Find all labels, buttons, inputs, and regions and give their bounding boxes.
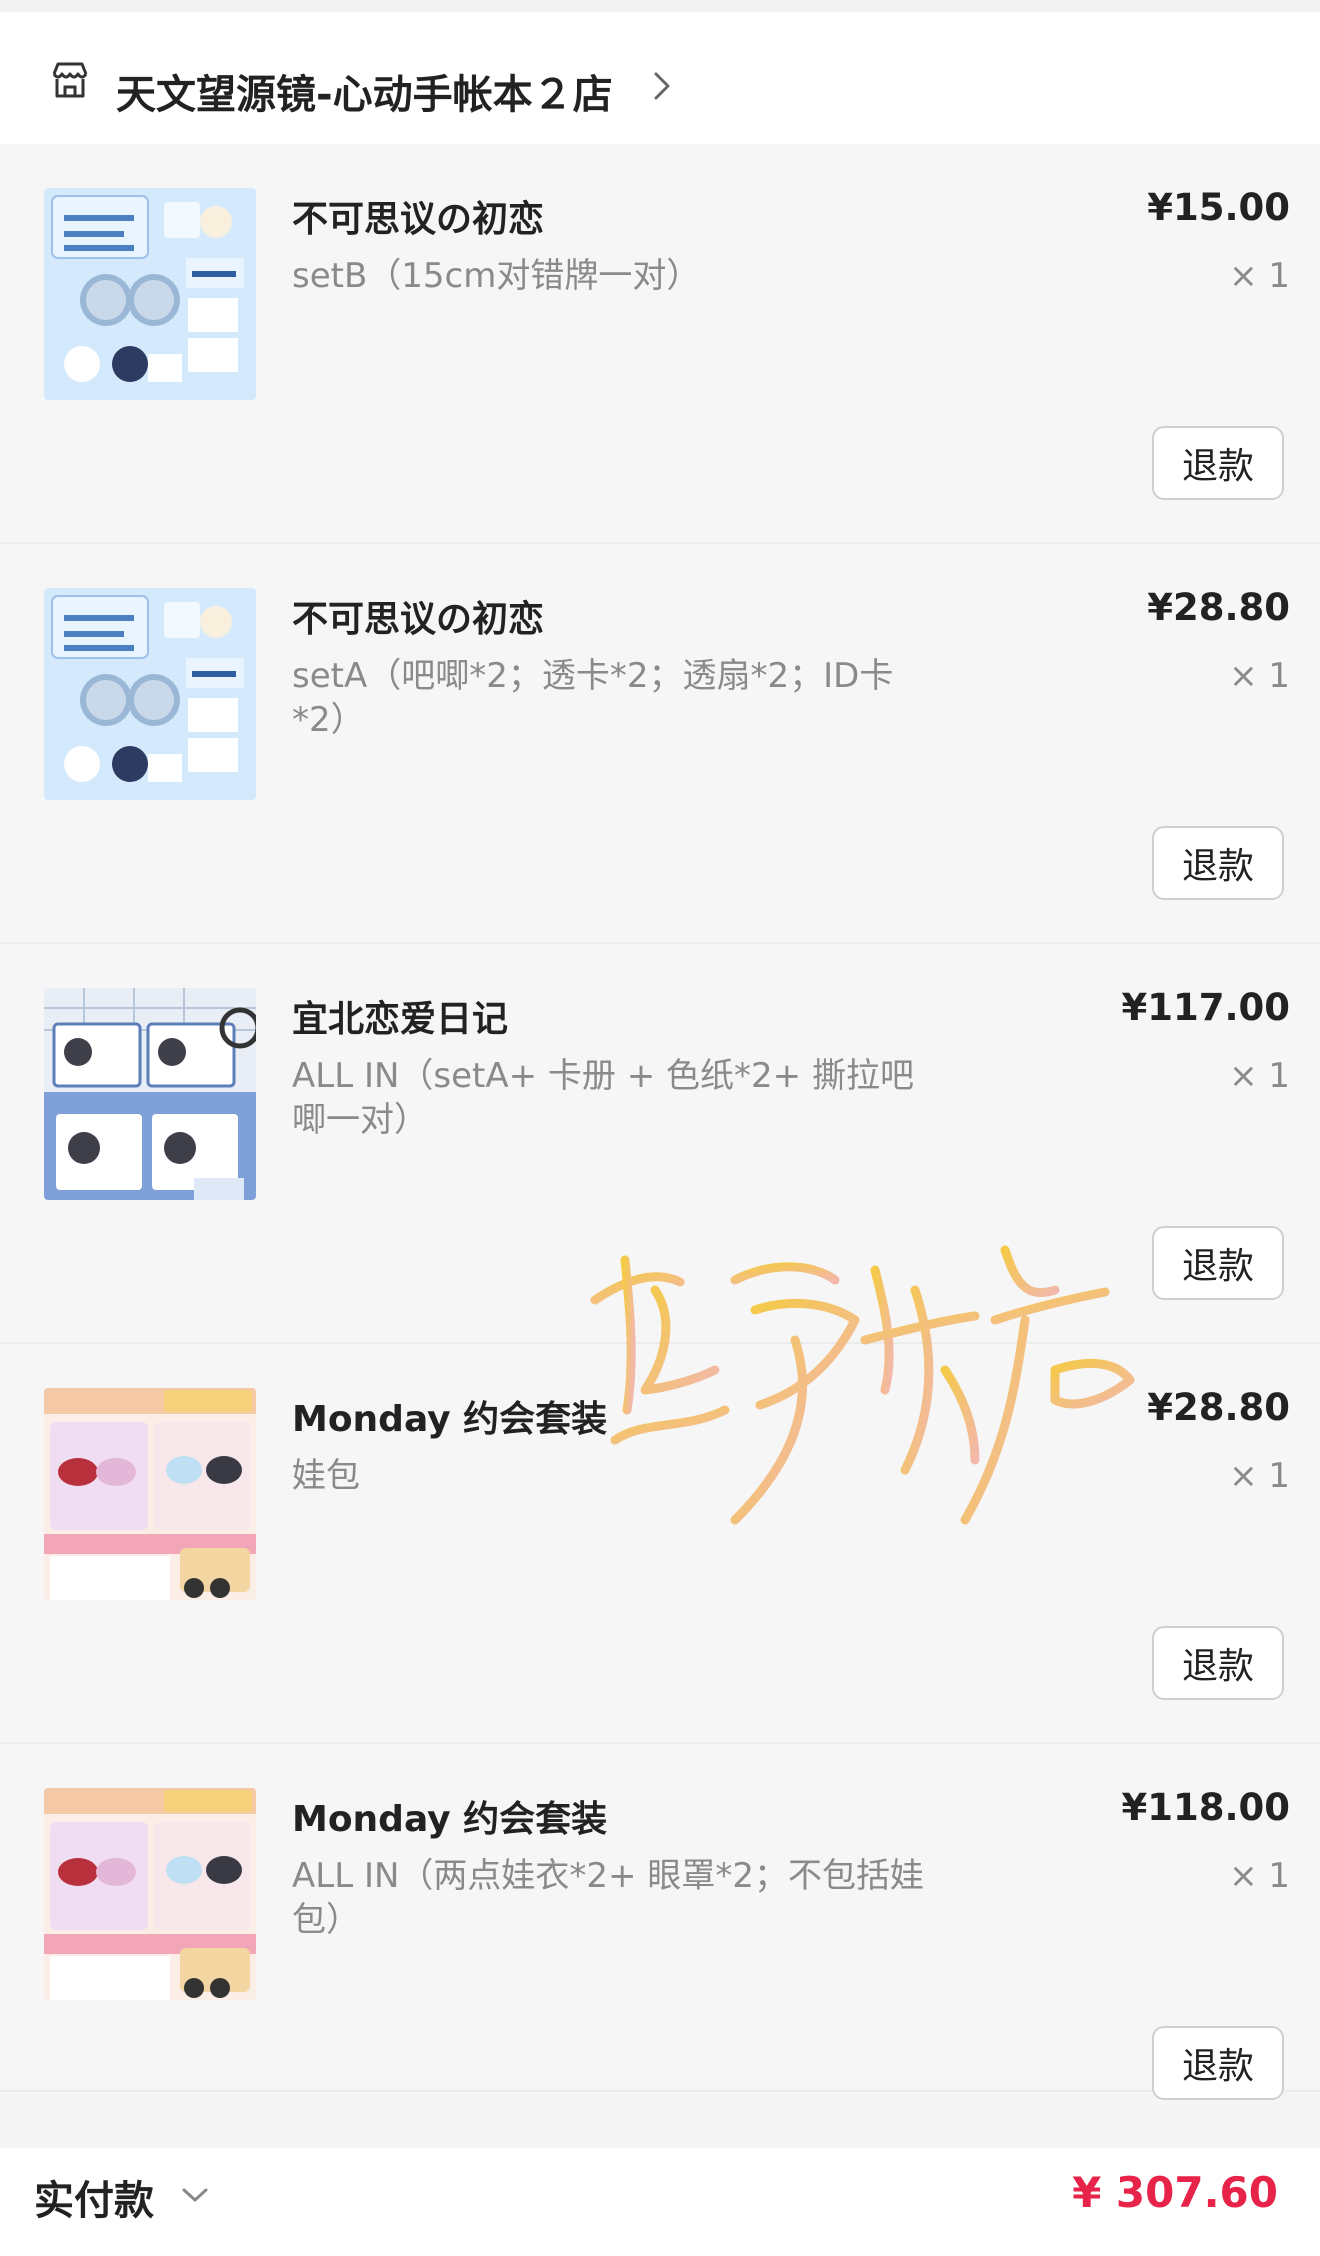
refund-button[interactable]: 退款 (1152, 2026, 1284, 2100)
refund-button[interactable]: 退款 (1152, 1226, 1284, 1300)
payment-footer[interactable]: 实付款 ¥ 307.60 (0, 2148, 1320, 2256)
order-item[interactable]: Monday 约会套装 ALL IN（两点娃衣*2+ 眼罩*2；不包括娃包） ¥… (0, 1744, 1320, 2100)
item-spec: setA（吧唧*2；透卡*2；透扇*2；ID卡*2） (292, 656, 894, 740)
order-item[interactable]: 不可思议の初恋 setA（吧唧*2；透卡*2；透扇*2；ID卡*2） ¥28.8… (0, 544, 1320, 944)
item-quantity: × 1 (1229, 656, 1290, 696)
chevron-right-icon[interactable] (650, 68, 674, 104)
order-item[interactable]: 宜北恋爱日记 ALL IN（setA+ 卡册 + 色纸*2+ 撕拉吧唧一对） ¥… (0, 944, 1320, 1344)
storefront-icon (52, 62, 88, 98)
actual-payment-total: ¥ 307.60 (1072, 2168, 1278, 2217)
item-quantity: × 1 (1229, 256, 1290, 296)
product-thumbnail[interactable] (44, 1788, 256, 2000)
item-spec: setB（15cm对错牌一对） (292, 256, 701, 296)
item-title[interactable]: 不可思议の初恋 (292, 590, 544, 642)
product-image (44, 988, 256, 1200)
item-quantity: × 1 (1229, 1456, 1290, 1496)
item-spec: ALL IN（setA+ 卡册 + 色纸*2+ 撕拉吧唧一对） (292, 1056, 914, 1140)
item-price: ¥15.00 (1147, 186, 1290, 229)
product-image (44, 588, 256, 800)
item-title[interactable]: 不可思议の初恋 (292, 190, 544, 242)
item-spec: 娃包 (292, 1456, 360, 1496)
refund-button[interactable]: 退款 (1152, 1626, 1284, 1700)
refund-button[interactable]: 退款 (1152, 826, 1284, 900)
item-price: ¥28.80 (1147, 586, 1290, 629)
item-spec: ALL IN（两点娃衣*2+ 眼罩*2；不包括娃包） (292, 1856, 924, 1940)
product-image (44, 1788, 256, 2000)
item-title[interactable]: Monday 约会套装 (292, 1790, 607, 1842)
order-item[interactable]: 不可思议の初恋 setB（15cm对错牌一对） ¥15.00 × 1 退款 (0, 144, 1320, 544)
order-detail-page: 天文望源镜-心动手帐本２店 不可思议の初恋 setB（15cm对错牌一对） ¥1… (0, 0, 1320, 2256)
product-thumbnail[interactable] (44, 988, 256, 1200)
item-quantity: × 1 (1229, 1856, 1290, 1896)
order-item[interactable]: Monday 约会套装 娃包 ¥28.80 × 1 退款 (0, 1344, 1320, 1744)
shop-header[interactable]: 天文望源镜-心动手帐本２店 (0, 12, 1320, 144)
chevron-down-icon[interactable] (178, 2184, 212, 2206)
product-thumbnail[interactable] (44, 588, 256, 800)
item-quantity: × 1 (1229, 1056, 1290, 1096)
item-price: ¥117.00 (1121, 986, 1290, 1029)
actual-payment-label[interactable]: 实付款 (34, 2168, 154, 2226)
item-title[interactable]: 宜北恋爱日记 (292, 990, 508, 1042)
item-price: ¥118.00 (1121, 1786, 1290, 1829)
order-item-list: 不可思议の初恋 setB（15cm对错牌一对） ¥15.00 × 1 退款 不可… (0, 144, 1320, 2100)
product-image (44, 188, 256, 400)
product-thumbnail[interactable] (44, 188, 256, 400)
product-image (44, 1388, 256, 1600)
refund-button[interactable]: 退款 (1152, 426, 1284, 500)
product-thumbnail[interactable] (44, 1388, 256, 1600)
shop-name[interactable]: 天文望源镜-心动手帐本２店 (116, 62, 613, 120)
top-divider (0, 0, 1320, 12)
item-title[interactable]: Monday 约会套装 (292, 1390, 607, 1442)
item-price: ¥28.80 (1147, 1386, 1290, 1429)
